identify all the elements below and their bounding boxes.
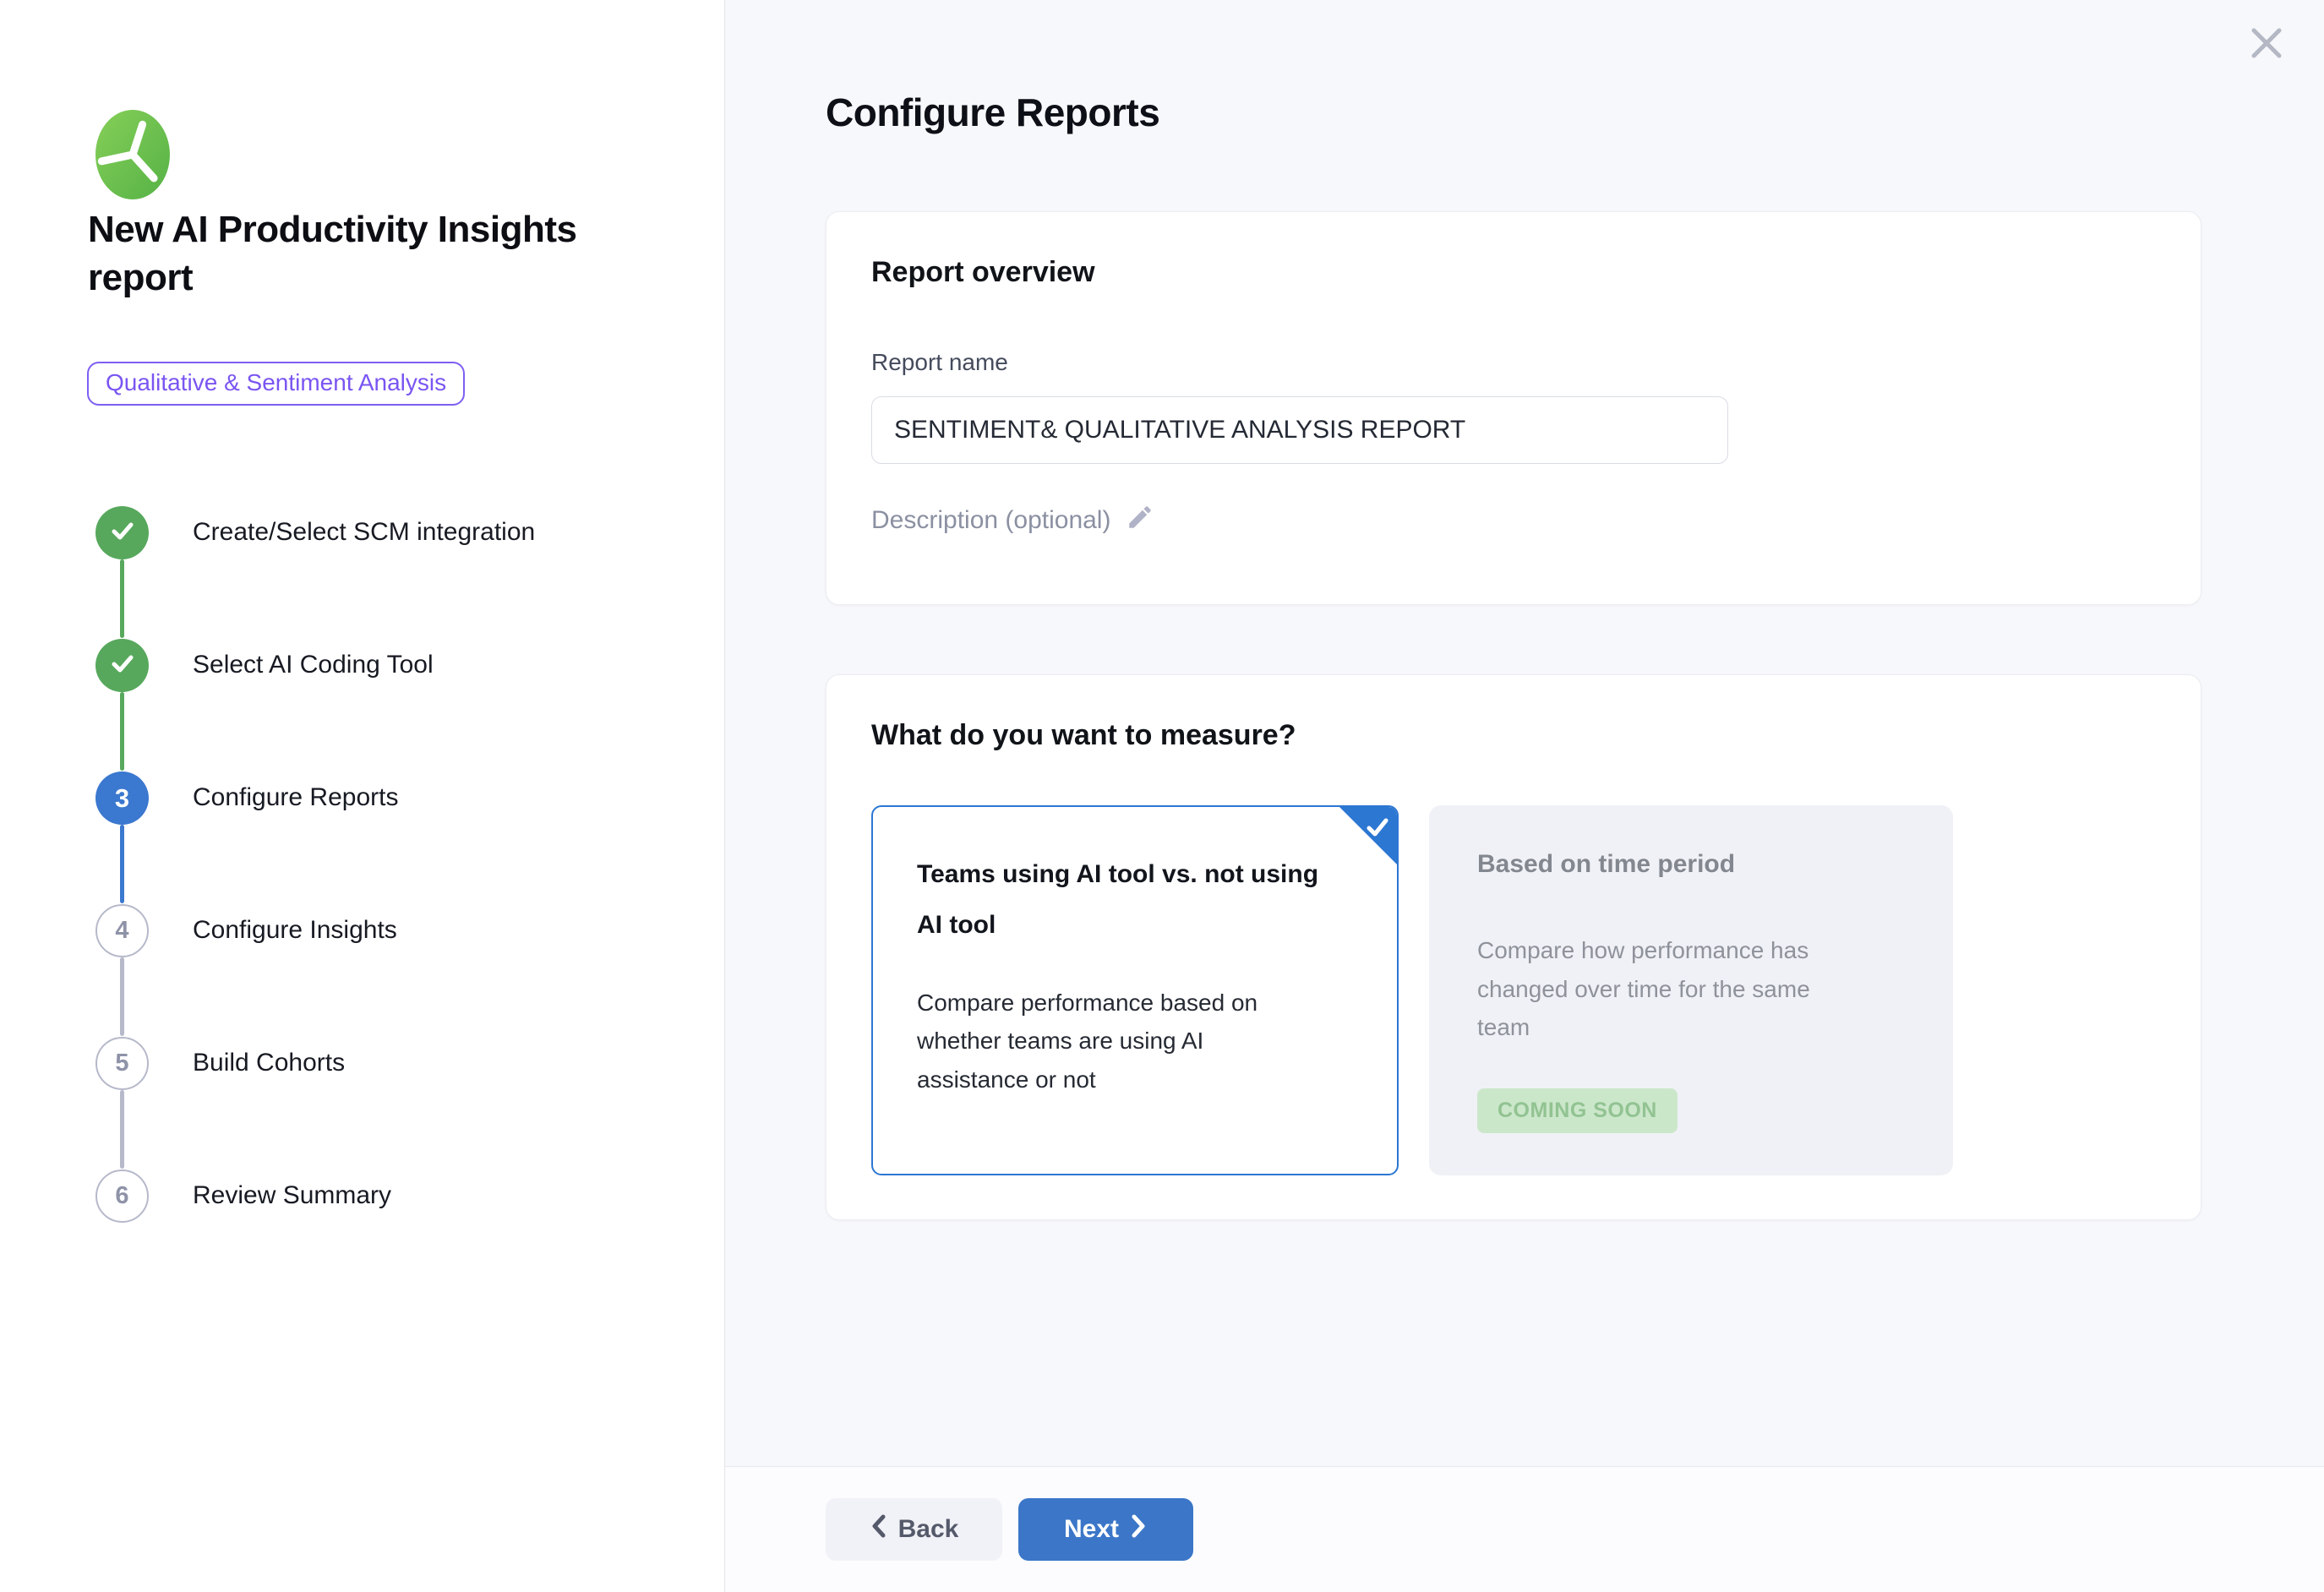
check-icon xyxy=(108,516,137,549)
option-title: Based on time period xyxy=(1477,848,1735,882)
report-overview-card: Report overview Report name Description … xyxy=(826,211,2201,605)
step-4-label[interactable]: Configure Insights xyxy=(193,916,397,945)
wizard-stepper: Create/Select SCM integration Select AI … xyxy=(0,0,724,1592)
step-2-label[interactable]: Select AI Coding Tool xyxy=(193,651,434,679)
step-number: 3 xyxy=(115,783,129,814)
step-number: 5 xyxy=(115,1050,128,1077)
description-edit[interactable]: Description (optional) xyxy=(871,503,1154,538)
step-1-label[interactable]: Create/Select SCM integration xyxy=(193,518,535,547)
option-time-period: Based on time period Compare how perform… xyxy=(1429,805,1953,1175)
page-title: Configure Reports xyxy=(826,90,1159,135)
step-connector xyxy=(120,825,124,903)
step-connector xyxy=(120,692,124,771)
report-name-input[interactable] xyxy=(871,396,1728,464)
check-icon xyxy=(108,649,137,682)
wizard-footer: Back Next xyxy=(725,1466,2324,1592)
step-4-circle[interactable]: 4 xyxy=(95,904,149,957)
back-label: Back xyxy=(898,1515,959,1544)
next-label: Next xyxy=(1064,1515,1119,1544)
option-description: Compare how performance has changed over… xyxy=(1477,931,1841,1047)
report-name-label: Report name xyxy=(871,349,1008,376)
step-connector xyxy=(120,1090,124,1169)
close-icon[interactable] xyxy=(2245,22,2289,66)
step-6-circle[interactable]: 6 xyxy=(95,1169,149,1223)
option-description: Compare performance based on whether tea… xyxy=(917,984,1272,1099)
chevron-left-icon xyxy=(870,1513,888,1546)
step-5-label[interactable]: Build Cohorts xyxy=(193,1049,345,1077)
new-report-wizard-window: New AI Productivity Insights report Qual… xyxy=(0,0,2324,1592)
pencil-icon[interactable] xyxy=(1126,503,1154,538)
step-2-circle[interactable] xyxy=(95,639,149,692)
step-number: 4 xyxy=(115,917,128,945)
next-button[interactable]: Next xyxy=(1018,1498,1193,1561)
check-icon xyxy=(1364,814,1391,845)
wizard-sidebar: New AI Productivity Insights report Qual… xyxy=(0,0,725,1592)
description-label: Description (optional) xyxy=(871,506,1110,535)
measure-card: What do you want to measure? Teams using… xyxy=(826,674,2201,1220)
step-connector xyxy=(120,559,124,638)
step-connector xyxy=(120,957,124,1036)
chevron-right-icon xyxy=(1129,1513,1148,1546)
option-title: Teams using AI tool vs. not using AI too… xyxy=(917,849,1323,951)
step-number: 6 xyxy=(115,1182,128,1210)
back-button[interactable]: Back xyxy=(826,1498,1002,1561)
configure-reports-panel: Configure Reports Report overview Report… xyxy=(725,0,2324,1592)
option-teams-vs-no-ai[interactable]: Teams using AI tool vs. not using AI too… xyxy=(871,805,1399,1175)
step-6-label[interactable]: Review Summary xyxy=(193,1181,391,1210)
step-3-label[interactable]: Configure Reports xyxy=(193,783,398,812)
coming-soon-badge: COMING SOON xyxy=(1477,1088,1678,1133)
measure-heading: What do you want to measure? xyxy=(871,719,1296,752)
step-1-circle[interactable] xyxy=(95,506,149,559)
report-overview-heading: Report overview xyxy=(871,256,1095,289)
step-5-circle[interactable]: 5 xyxy=(95,1037,149,1090)
step-3-circle[interactable]: 3 xyxy=(95,771,149,825)
